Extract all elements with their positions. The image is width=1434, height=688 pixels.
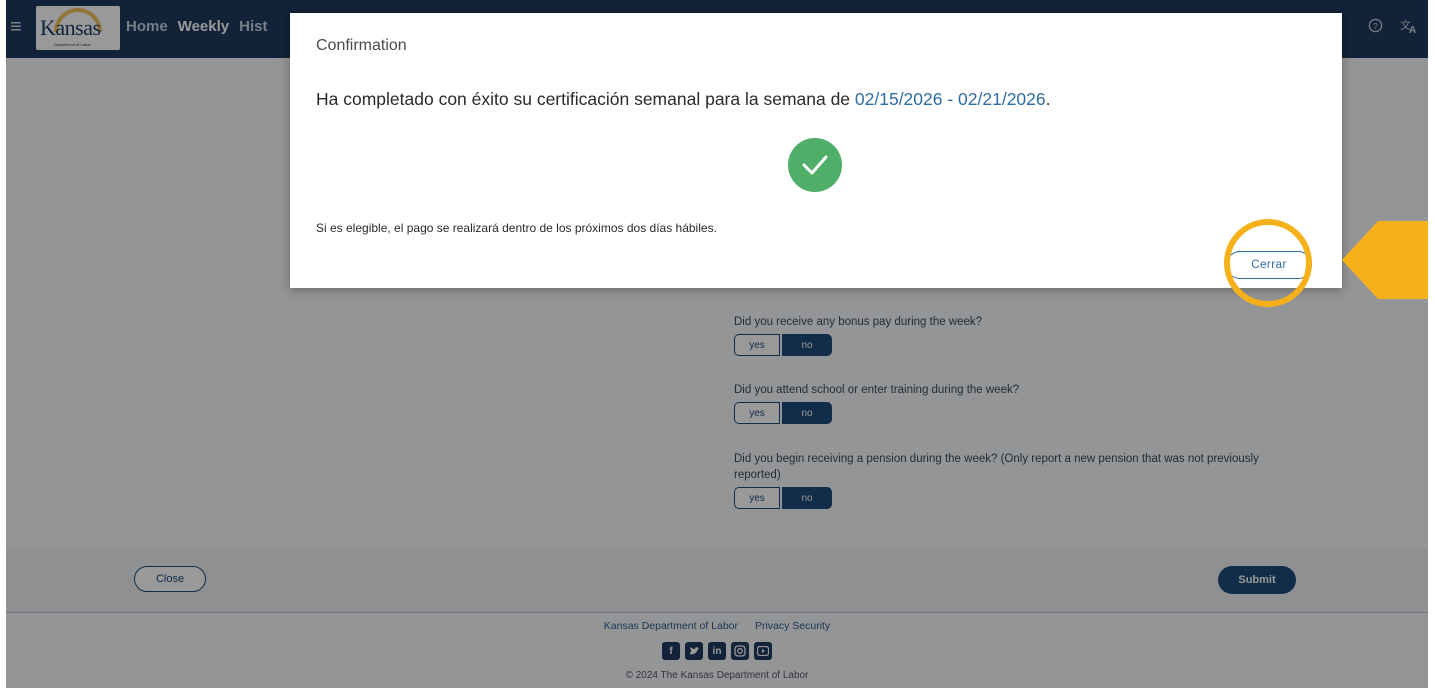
confirmation-modal: Confirmation Ha completado con éxito su …: [290, 13, 1342, 288]
modal-title: Confirmation: [316, 37, 407, 54]
highlight-ring: [1224, 219, 1312, 307]
date-range: 02/15/2026 - 02/21/2026: [854, 89, 1046, 109]
message-prefix: Ha completado con éxito su certificación…: [316, 89, 855, 109]
payment-note: Si es elegible, el pago se realizará den…: [316, 221, 717, 235]
message-suffix: .: [1045, 89, 1051, 109]
check-icon: [788, 138, 842, 192]
confirmation-message: Ha completado con éxito su certificación…: [316, 89, 1051, 110]
